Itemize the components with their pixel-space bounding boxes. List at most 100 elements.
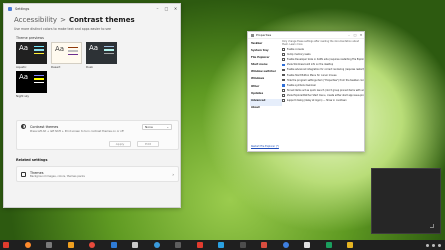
option-checkbox[interactable] [282,68,285,72]
window-controls: – □ ✕ [153,4,180,14]
taskbar-app-icon[interactable] [153,242,160,248]
contrast-themes-card: Contrast themes Press left Alt + left Sh… [16,120,179,150]
related-settings-label: Related settings [16,158,48,162]
preview-bars [34,46,44,56]
properties-options: Only change these settings after reading… [282,40,364,103]
option-label: Show ExplorerPatcher Start menu, create … [286,93,364,97]
properties-title: Properties [256,33,272,37]
tray-icon[interactable] [432,243,435,247]
window-title: Settings [15,7,30,11]
chevron-down-icon: ⌄ [166,125,169,129]
taskbar-app-icon[interactable] [218,242,224,248]
taskbar-app-icon[interactable] [3,242,9,248]
nav-item-advanced[interactable]: Advanced [250,98,282,106]
option-label: Pinned items act as quick launch (don't … [286,88,364,92]
nav-item-windows[interactable]: Windows [250,77,282,84]
option-label: Dump memory leaks [286,53,311,57]
contrast-theme-select-value: None [145,125,153,129]
nav-item-updates[interactable]: Updates [250,92,282,99]
nav-item-about[interactable]: About [250,106,282,113]
option-checkbox[interactable] [282,63,285,67]
apply-button[interactable]: Apply [109,141,131,147]
maximize-icon[interactable]: □ [162,4,171,14]
properties-titlebar: Properties – □ ✕ [248,32,364,39]
taskbar-app-icon[interactable] [239,242,246,248]
page-description: Use more distinct colors to make text an… [14,27,112,31]
option-label: Enable Developer tools in XAML side (req… [286,58,364,62]
taskbar-app-icon[interactable] [196,242,203,248]
settings-titlebar: Settings – □ ✕ [4,4,180,14]
theme-previews: Theme previews Aa Aquatic Aa Desert Aa D… [16,36,151,98]
contrast-themes-name: Contrast themes [30,124,59,129]
restart-explorer-link[interactable]: Restart File Explorer (*) [251,145,279,148]
taskbar-app-icon[interactable] [261,242,267,248]
tray-icon[interactable] [426,243,429,247]
themes-hint: Background images, colors, themes packs [30,174,85,178]
option-checkbox[interactable] [282,58,285,62]
theme-preview-night-sky[interactable]: Aa [16,71,47,93]
minimize-icon[interactable]: – [153,4,162,14]
resize-handle-icon[interactable] [430,224,434,228]
taskbar-app-icon[interactable] [89,242,95,248]
breadcrumb-separator: > [60,16,66,24]
system-tray [423,243,445,247]
taskbar-app-icon[interactable] [347,242,353,248]
contrast-theme-select[interactable]: None ⌄ [142,124,172,130]
theme-preview-desert[interactable]: Aa [51,42,82,64]
option-checkbox[interactable] [282,94,285,97]
option-label: Show Windows build info on the desktop [286,63,334,67]
option-label: Enable Start Button Menu for cursor mous… [286,73,337,77]
taskbar-app-icon[interactable] [282,242,289,248]
option-row[interactable]: Support dialog (delay at logon) — Show i… [282,98,364,103]
close-icon[interactable]: ✕ [171,4,180,14]
taskbar-app-icon[interactable] [132,242,138,248]
option-label: Enable console [286,48,304,52]
option-checkbox[interactable] [282,48,285,51]
properties-app-icon [251,33,254,37]
previews-label: Theme previews [16,36,44,40]
taskbar-app-icon[interactable] [304,242,310,248]
theme-label-dusk: Dusk [86,65,94,69]
taskbar-app-icon[interactable] [24,242,31,248]
page-title: Contrast themes [68,16,135,24]
properties-window: Properties – □ ✕ Taskbar System tray Fil… [247,31,365,152]
chevron-right-icon: › [172,171,174,177]
properties-window-controls: – □ ✕ [346,33,364,37]
option-label: Support dialog (delay at logon) — Show i… [286,98,347,102]
taskbar-app-icon[interactable] [110,242,117,248]
taskbar-app-icon[interactable] [325,242,332,248]
breadcrumb: Accessibility > Contrast themes [4,14,180,24]
themes-link-card[interactable]: Themes Background images, colors, themes… [16,166,179,182]
option-checkbox[interactable] [282,83,285,87]
theme-preview-dusk[interactable]: Aa [86,42,117,64]
themes-icon [21,171,26,177]
dark-flyout-panel [371,168,441,234]
contrast-icon [21,124,26,129]
tray-icon[interactable] [438,243,441,247]
nav-item-other[interactable]: Other [250,85,282,92]
taskbar-app-icon[interactable] [175,242,181,248]
close-icon[interactable]: ✕ [358,33,364,37]
option-checkbox[interactable] [282,73,285,77]
option-checkbox[interactable] [282,78,285,82]
option-label: Enable symbols download [286,83,317,87]
contrast-themes-hint: Press left Alt + left Shift + Print scre… [30,130,124,133]
settings-app-icon [8,7,12,11]
theme-preview-aquatic[interactable]: Aa [16,42,47,64]
option-label: Enable advanced integration for correct … [286,68,364,72]
properties-nav: Taskbar System tray File Explorer Start … [250,42,282,113]
taskbar-app-icon[interactable] [46,242,52,248]
breadcrumb-accessibility[interactable]: Accessibility [14,16,57,24]
taskbar [0,240,445,250]
preview-bars [104,46,114,56]
option-label: Hide the program settings item ("Propert… [286,78,364,82]
edit-button[interactable]: Edit [137,141,159,147]
option-checkbox[interactable] [282,89,285,92]
theme-label-aquatic: Aquatic [16,65,27,69]
preview-bars [68,47,78,57]
option-checkbox[interactable] [282,53,285,56]
theme-label-night-sky: Night sky [16,94,30,98]
option-checkbox[interactable] [282,99,285,102]
preview-bars [34,75,44,85]
taskbar-app-icon[interactable] [67,242,74,248]
